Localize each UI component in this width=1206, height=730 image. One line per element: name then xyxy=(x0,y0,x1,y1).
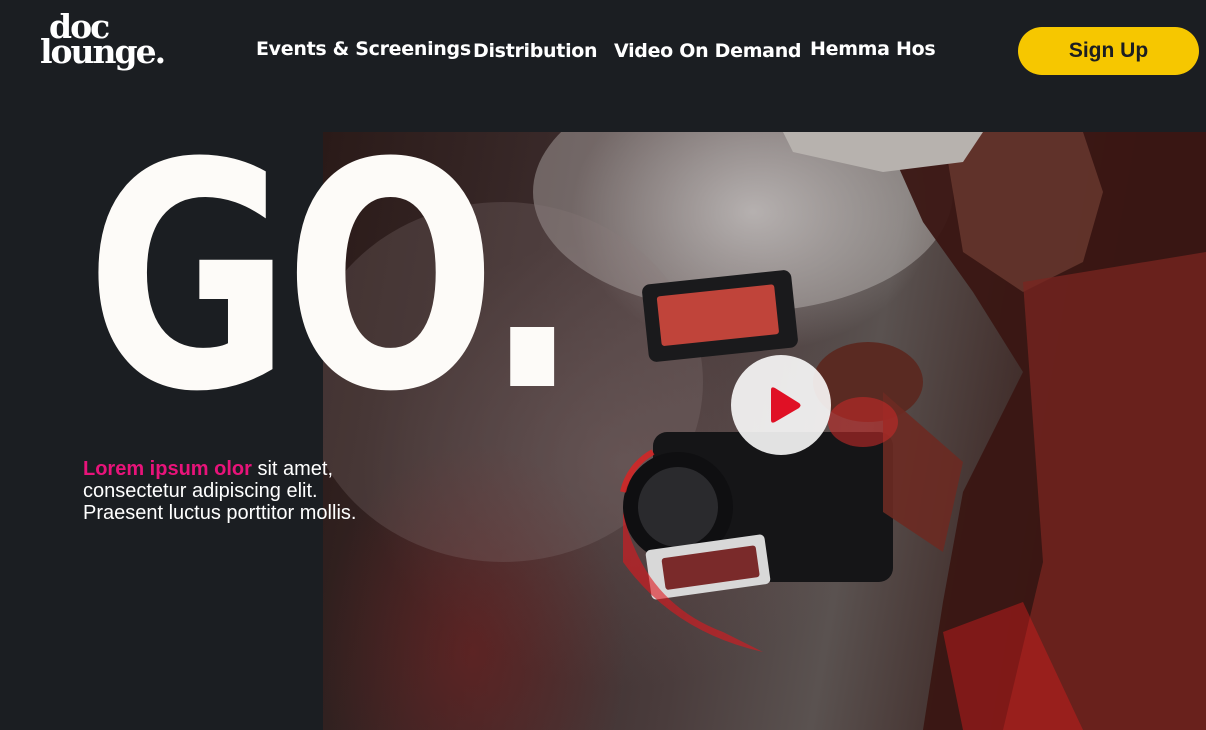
play-icon xyxy=(771,387,801,423)
nav-video-on-demand[interactable]: Video On Demand xyxy=(614,40,802,62)
hero-intro-text: Lorem ipsum olor sit amet, consectetur a… xyxy=(83,458,373,524)
intro-highlight: Lorem ipsum olor xyxy=(83,458,252,480)
logo-line-2: lounge. xyxy=(40,32,166,71)
play-video-button[interactable] xyxy=(731,355,831,455)
hero-headline: GO. xyxy=(86,96,580,460)
doclounge-logo[interactable]: doc lounge. xyxy=(40,10,166,76)
nav-hemma-hos[interactable]: Hemma Hos xyxy=(810,38,936,60)
nav-events-screenings[interactable]: Events & Screenings xyxy=(256,38,471,60)
nav-distribution[interactable]: Distribution xyxy=(473,40,598,62)
sign-up-button[interactable]: Sign Up xyxy=(1018,27,1199,75)
page: doc lounge. Events & Screenings Distribu… xyxy=(0,0,1206,730)
